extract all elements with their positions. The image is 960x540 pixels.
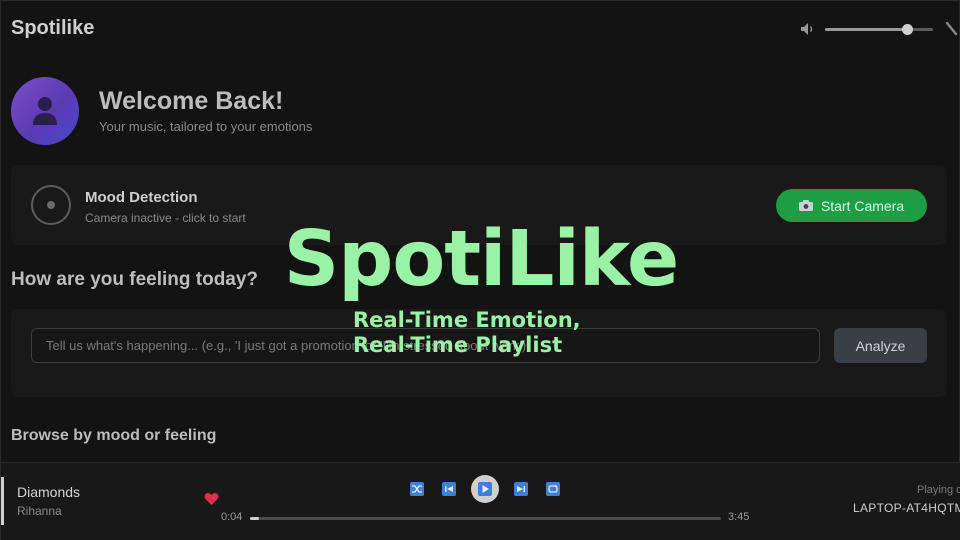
play-icon bbox=[478, 482, 492, 496]
volume-slider[interactable] bbox=[825, 24, 933, 35]
mood-detection-title: Mood Detection bbox=[85, 189, 198, 206]
browse-title: Browse by mood or feeling bbox=[11, 427, 217, 444]
heart-icon[interactable] bbox=[204, 492, 219, 506]
progress-bar[interactable] bbox=[250, 517, 721, 520]
current-time: 0:04 bbox=[221, 511, 243, 523]
play-button[interactable] bbox=[471, 475, 499, 503]
overlay-subtitle-line2: Real-Time Playlist bbox=[353, 333, 563, 357]
track-artist[interactable]: Rihanna bbox=[17, 504, 62, 518]
camera-status-dot bbox=[47, 201, 55, 209]
overlay-subtitle-line1: Real-Time Emotion, bbox=[353, 308, 581, 332]
progress-fill bbox=[250, 517, 260, 520]
welcome-subtitle: Your music, tailored to your emotions bbox=[99, 119, 313, 134]
start-camera-label: Start Camera bbox=[820, 197, 905, 214]
top-bar: Spotilike bbox=[1, 1, 960, 57]
previous-icon[interactable] bbox=[442, 482, 456, 496]
camera-icon bbox=[798, 200, 813, 211]
app-title: Spotilike bbox=[11, 17, 95, 39]
overlay-title: SpotiLike bbox=[283, 215, 680, 304]
welcome-title: Welcome Back! bbox=[99, 87, 284, 115]
total-time: 3:45 bbox=[728, 511, 750, 523]
repeat-icon[interactable] bbox=[546, 482, 560, 496]
volume-slider-thumb[interactable] bbox=[902, 24, 914, 35]
app-window: Spotilike Welcome Back! Your music, tail… bbox=[0, 0, 960, 540]
avatar bbox=[11, 77, 79, 145]
volume-slider-fill bbox=[825, 28, 908, 31]
now-playing-accent bbox=[1, 477, 4, 525]
next-icon[interactable] bbox=[514, 482, 528, 496]
volume-icon[interactable] bbox=[800, 22, 816, 36]
shuffle-icon[interactable] bbox=[410, 482, 424, 496]
playing-on-label: Playing o bbox=[917, 484, 960, 496]
device-name[interactable]: LAPTOP-AT4HQTM bbox=[853, 501, 960, 515]
track-title[interactable]: Diamonds bbox=[17, 484, 80, 500]
edit-icon[interactable] bbox=[944, 21, 958, 37]
analyze-button[interactable]: Analyze bbox=[834, 328, 927, 363]
overlay-subtitle: Real-Time Emotion, Real-Time Playlist bbox=[353, 308, 581, 358]
player-bar: Diamonds Rihanna 0:04 3:45 Playing o LAP… bbox=[1, 462, 960, 540]
user-icon bbox=[33, 97, 57, 125]
